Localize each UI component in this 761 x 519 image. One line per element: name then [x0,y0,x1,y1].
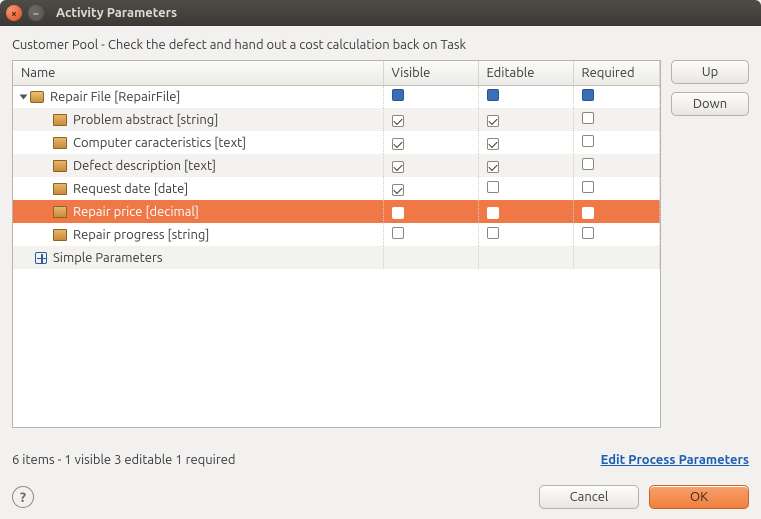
package-icon [30,91,44,103]
status-text: 6 items - 1 visible 3 editable 1 require… [12,453,236,467]
cancel-button[interactable]: Cancel [539,485,639,509]
checkbox[interactable] [392,161,404,173]
row-label: Repair File [RepairFile] [50,90,180,104]
row-label: Problem abstract [string] [73,113,218,127]
col-required[interactable]: Required [573,61,660,85]
table-row[interactable]: Problem abstract [string] [13,108,660,131]
close-icon[interactable]: × [6,5,22,21]
checkbox[interactable] [392,138,404,150]
checkbox[interactable] [582,135,594,147]
col-visible[interactable]: Visible [383,61,478,85]
checkbox[interactable] [487,115,499,127]
table-row[interactable]: Request date [date] [13,177,660,200]
simple-params-icon [35,252,47,264]
field-icon [53,137,67,149]
checkbox-icon[interactable] [392,89,404,101]
col-editable[interactable]: Editable [478,61,573,85]
checkbox[interactable] [582,181,594,193]
table-row[interactable]: Repair progress [string] [13,223,660,246]
window-title: Activity Parameters [56,6,177,20]
checkbox[interactable] [487,207,499,219]
table-row[interactable]: Defect description [text] [13,154,660,177]
titlebar: × – Activity Parameters [0,0,761,26]
chevron-down-icon[interactable] [20,94,28,99]
field-icon [53,206,67,218]
row-label: Defect description [text] [73,159,216,173]
ok-button[interactable]: OK [649,485,749,509]
checkbox-icon[interactable] [487,89,499,101]
table-row[interactable]: Repair File [RepairFile] [13,85,660,108]
table-row[interactable]: Repair price [decimal] [13,200,660,223]
minimize-icon[interactable]: – [28,5,44,21]
subtitle: Customer Pool - Check the defect and han… [12,38,749,52]
field-icon [53,160,67,172]
checkbox[interactable] [582,207,594,219]
row-label: Computer caracteristics [text] [73,136,246,150]
up-button[interactable]: Up [671,60,749,84]
table-row[interactable]: Computer caracteristics [text] [13,131,660,154]
field-icon [53,114,67,126]
checkbox[interactable] [392,207,404,219]
checkbox[interactable] [392,184,404,196]
checkbox[interactable] [582,158,594,170]
checkbox[interactable] [582,112,594,124]
checkbox-icon[interactable] [582,89,594,101]
field-icon [53,229,67,241]
checkbox[interactable] [392,227,404,239]
help-icon[interactable]: ? [12,486,34,508]
checkbox[interactable] [487,181,499,193]
checkbox[interactable] [487,138,499,150]
table-row[interactable]: Simple Parameters [13,246,660,269]
col-name[interactable]: Name [13,61,383,85]
checkbox[interactable] [392,115,404,127]
parameters-table: Name Visible Editable Required Repair Fi… [12,60,661,428]
row-label: Request date [date] [73,182,188,196]
checkbox[interactable] [487,161,499,173]
checkbox[interactable] [582,227,594,239]
checkbox[interactable] [487,227,499,239]
down-button[interactable]: Down [671,92,749,116]
row-label: Repair progress [string] [73,228,209,242]
edit-process-parameters-link[interactable]: Edit Process Parameters [601,453,749,467]
row-label: Repair price [decimal] [73,205,199,219]
row-label: Simple Parameters [53,251,163,265]
field-icon [53,183,67,195]
